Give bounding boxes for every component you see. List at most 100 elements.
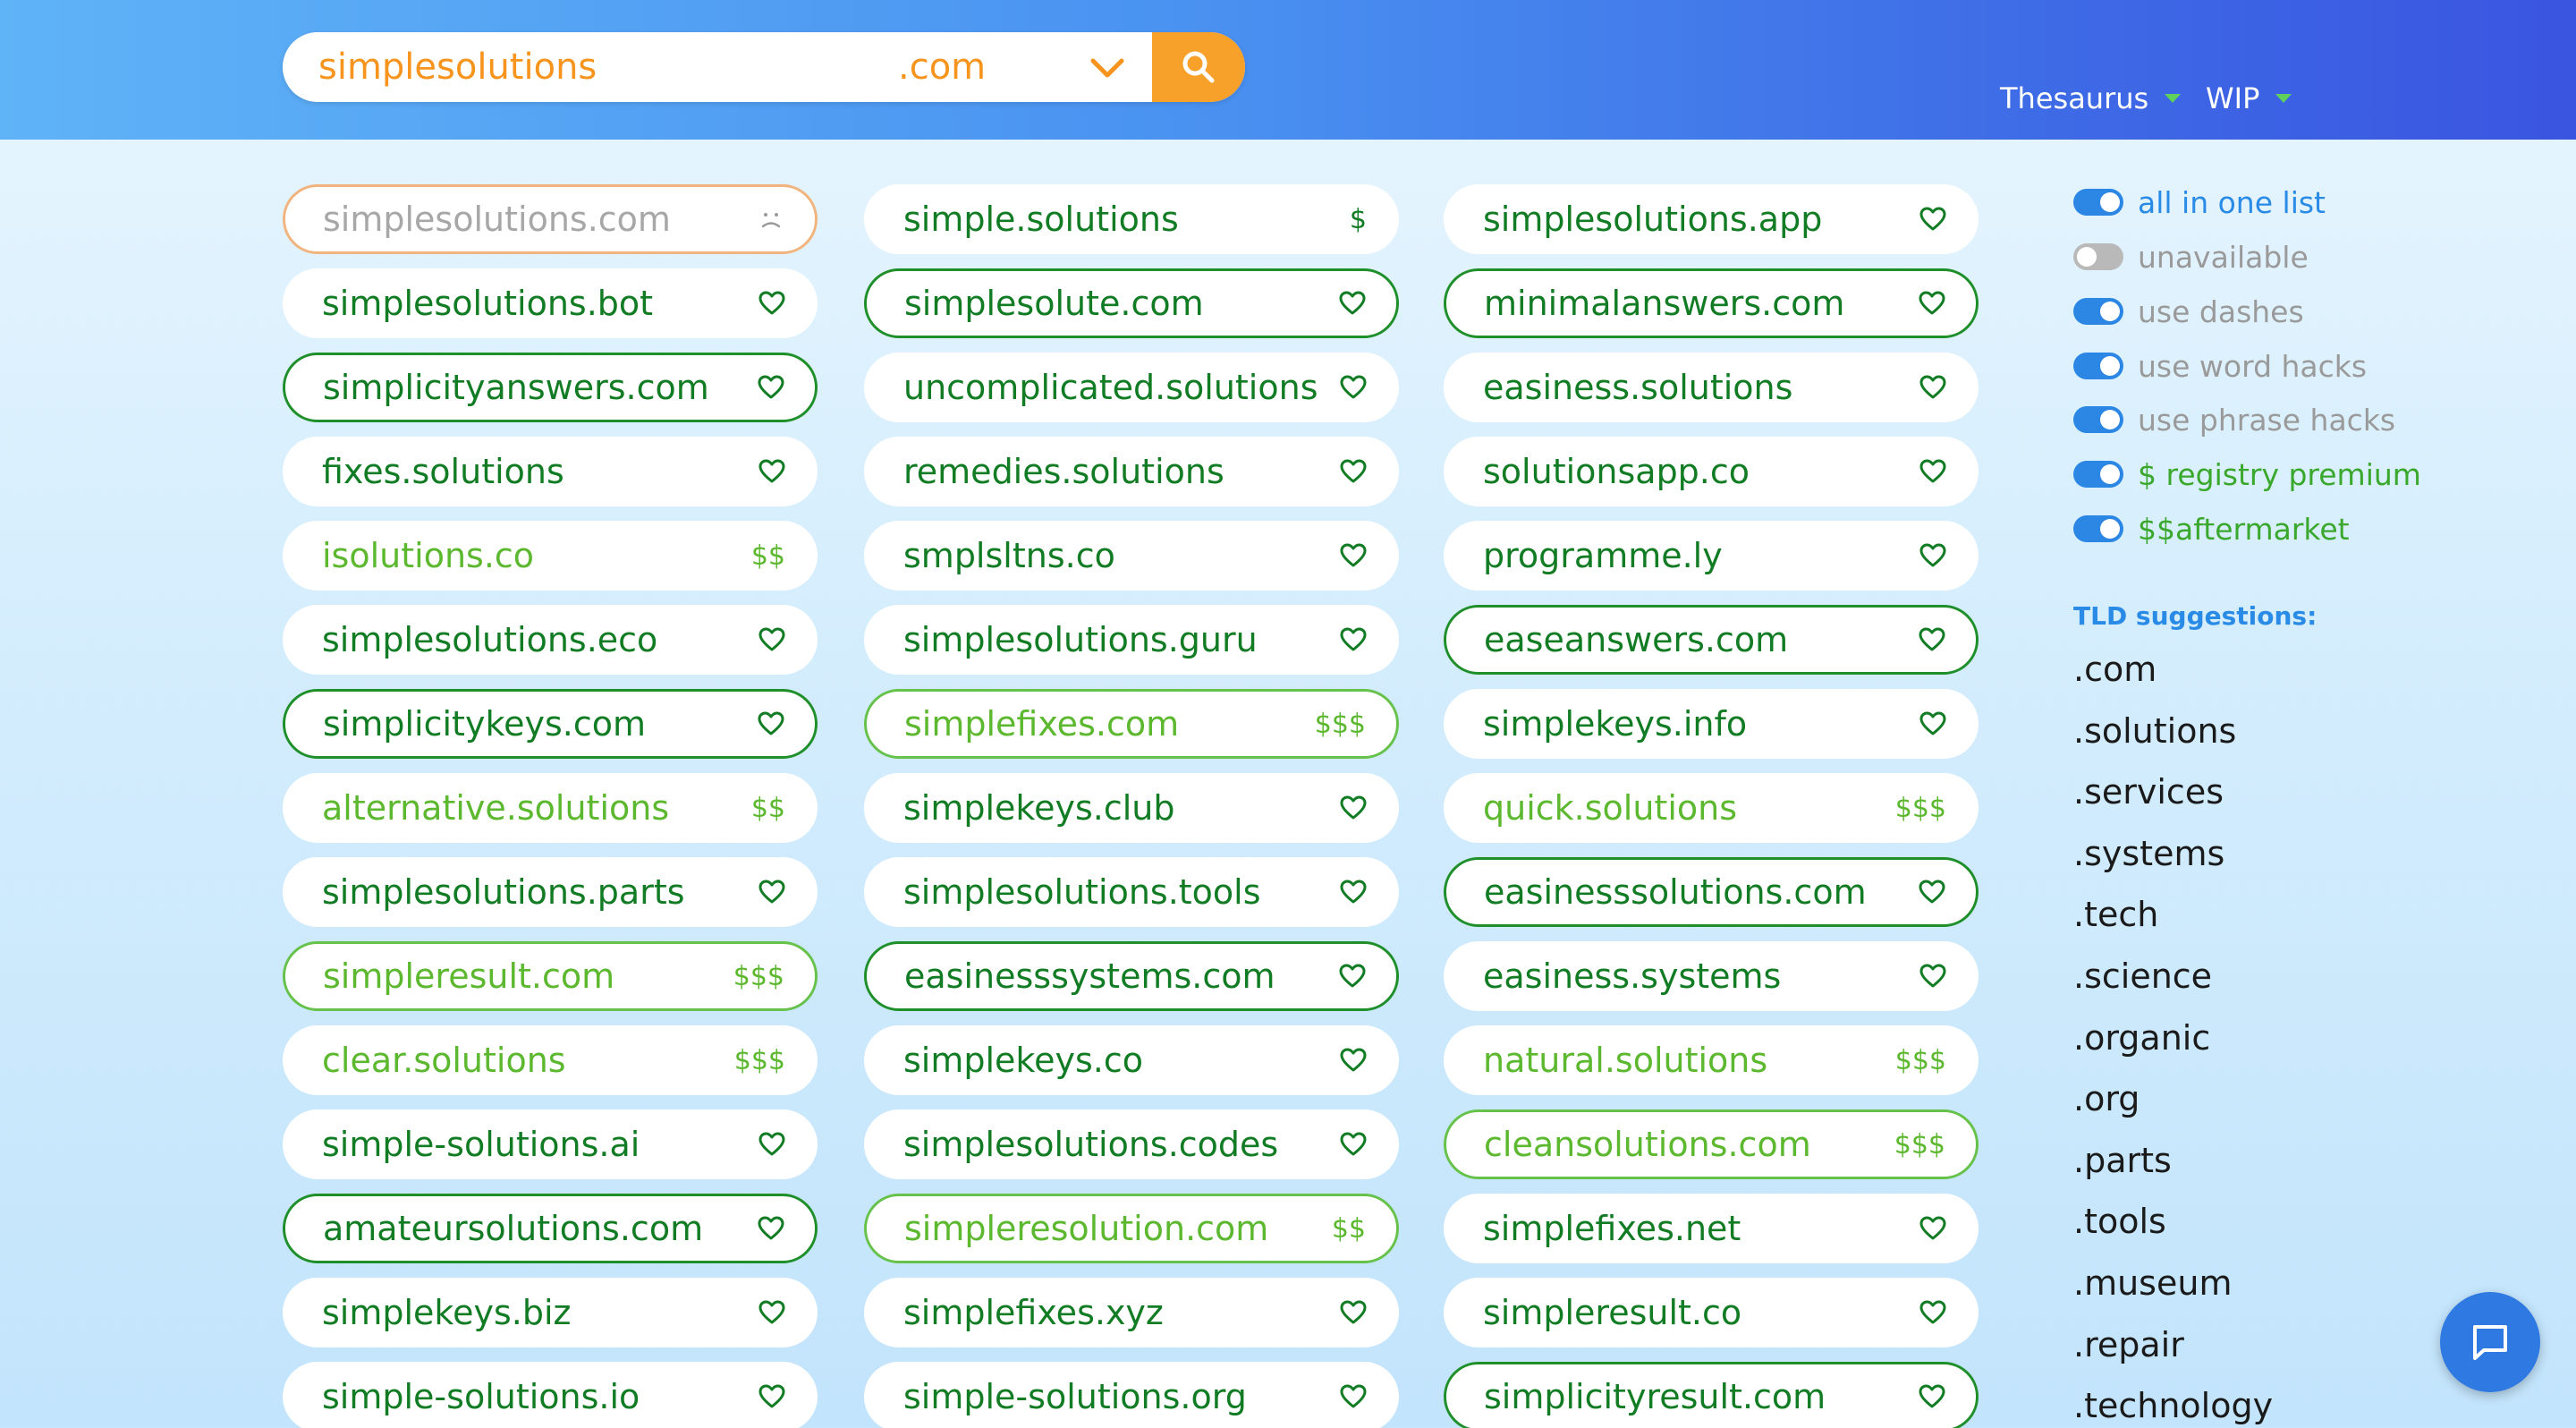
heart-icon[interactable] — [1339, 291, 1366, 316]
domain-result-item[interactable]: easinesssystems.com — [864, 941, 1399, 1011]
domain-result-item[interactable]: easinesssolutions.com — [1444, 857, 1979, 927]
heart-icon[interactable] — [1919, 880, 1945, 905]
domain-result-item[interactable]: amateursolutions.com — [283, 1194, 818, 1263]
domain-result-item[interactable]: fixes.solutions — [283, 437, 818, 506]
domain-result-item[interactable]: simplesolutions.bot — [283, 268, 818, 338]
tld-suggestion-item[interactable]: .org — [2073, 1079, 2140, 1118]
heart-icon[interactable] — [1919, 1384, 1945, 1409]
tld-suggestion-item[interactable]: .tools — [2073, 1202, 2166, 1241]
tld-suggestion-item[interactable]: .parts — [2073, 1141, 2172, 1180]
domain-result-item[interactable]: cleansolutions.com $$$ — [1444, 1109, 1979, 1179]
domain-result-item[interactable]: easiness.solutions — [1444, 353, 1979, 422]
toggle-switch[interactable] — [2073, 461, 2123, 488]
domain-result-item[interactable]: minimalanswers.com — [1444, 268, 1979, 338]
domain-result-item[interactable]: simplesolutions.com — [283, 184, 818, 254]
domain-result-item[interactable]: simpleresolution.com $$ — [864, 1194, 1399, 1263]
thesaurus-menu[interactable]: Thesaurus — [2000, 79, 2182, 118]
domain-result-item[interactable]: simplesolutions.codes — [864, 1109, 1399, 1179]
domain-result-item[interactable]: simplicityanswers.com — [283, 353, 818, 422]
heart-icon[interactable] — [1340, 1132, 1367, 1157]
tld-suggestion-item[interactable]: .systems — [2073, 834, 2224, 873]
tld-suggestion-item[interactable]: .com — [2073, 650, 2157, 689]
heart-icon[interactable] — [1919, 291, 1945, 316]
tld-suggestion-item[interactable]: .museum — [2073, 1263, 2232, 1303]
heart-icon[interactable] — [758, 1216, 784, 1241]
domain-result-item[interactable]: quick.solutions $$$ — [1444, 773, 1979, 843]
domain-result-item[interactable]: simplicitykeys.com — [283, 689, 818, 759]
toggle-switch[interactable] — [2073, 353, 2123, 379]
domain-result-item[interactable]: easiness.systems — [1444, 941, 1979, 1011]
domain-result-item[interactable]: simplesolute.com — [864, 268, 1399, 338]
domain-result-item[interactable]: remedies.solutions — [864, 437, 1399, 506]
heart-icon[interactable] — [1340, 880, 1367, 905]
chat-button[interactable] — [2440, 1292, 2540, 1392]
domain-result-item[interactable]: simplekeys.co — [864, 1025, 1399, 1095]
heart-icon[interactable] — [1919, 207, 1946, 232]
heart-icon[interactable] — [1340, 1300, 1367, 1325]
domain-result-item[interactable]: simplesolutions.app — [1444, 184, 1979, 254]
domain-result-item[interactable]: simplesolutions.parts — [283, 857, 818, 927]
domain-result-item[interactable]: clear.solutions $$$ — [283, 1025, 818, 1095]
domain-result-item[interactable]: uncomplicated.solutions — [864, 353, 1399, 422]
heart-icon[interactable] — [758, 880, 785, 905]
tld-suggestion-item[interactable]: .solutions — [2073, 711, 2236, 751]
heart-icon[interactable] — [1340, 375, 1367, 400]
domain-result-item[interactable]: simplekeys.biz — [283, 1278, 818, 1347]
domain-result-item[interactable]: easeanswers.com — [1444, 605, 1979, 675]
heart-icon[interactable] — [758, 627, 785, 652]
option-toggle-row[interactable]: $ registry premium — [2073, 455, 2421, 494]
domain-result-item[interactable]: isolutions.co $$ — [283, 521, 818, 591]
toggle-switch[interactable] — [2073, 243, 2123, 270]
heart-icon[interactable] — [1340, 459, 1367, 484]
domain-result-item[interactable]: simple-solutions.ai — [283, 1109, 818, 1179]
heart-icon[interactable] — [758, 1300, 785, 1325]
domain-result-item[interactable]: simple.solutions $ — [864, 184, 1399, 254]
heart-icon[interactable] — [1919, 543, 1946, 568]
heart-icon[interactable] — [758, 459, 785, 484]
tld-suggestion-item[interactable]: .repair — [2073, 1325, 2184, 1364]
domain-result-item[interactable]: natural.solutions $$$ — [1444, 1025, 1979, 1095]
heart-icon[interactable] — [1919, 711, 1946, 736]
heart-icon[interactable] — [1340, 627, 1367, 652]
heart-icon[interactable] — [1919, 1216, 1946, 1241]
heart-icon[interactable] — [1340, 543, 1367, 568]
tld-suggestion-item[interactable]: .technology — [2073, 1386, 2273, 1425]
domain-result-item[interactable]: simpleresult.co — [1444, 1278, 1979, 1347]
domain-result-item[interactable]: simplesolutions.eco — [283, 605, 818, 675]
domain-result-item[interactable]: alternative.solutions $$ — [283, 773, 818, 843]
domain-result-item[interactable]: simplefixes.net — [1444, 1194, 1979, 1263]
option-toggle-row[interactable]: use phrase hacks — [2073, 400, 2395, 439]
tld-suggestion-item[interactable]: .tech — [2073, 895, 2158, 934]
domain-result-item[interactable]: simple-solutions.io — [283, 1362, 818, 1428]
heart-icon[interactable] — [1340, 1384, 1367, 1409]
heart-icon[interactable] — [758, 291, 785, 316]
domain-result-item[interactable]: simplefixes.com $$$ — [864, 689, 1399, 759]
heart-icon[interactable] — [1919, 964, 1946, 989]
option-toggle-row[interactable]: use dashes — [2073, 292, 2304, 331]
heart-icon[interactable] — [1919, 459, 1946, 484]
option-toggle-row[interactable]: all in one list — [2073, 183, 2326, 222]
option-toggle-row[interactable]: use word hacks — [2073, 346, 2367, 386]
domain-result-item[interactable]: simplekeys.club — [864, 773, 1399, 843]
heart-icon[interactable] — [1339, 964, 1366, 989]
domain-result-item[interactable]: simplekeys.info — [1444, 689, 1979, 759]
heart-icon[interactable] — [1919, 375, 1946, 400]
heart-icon[interactable] — [1919, 1300, 1946, 1325]
toggle-switch[interactable] — [2073, 189, 2123, 216]
domain-result-item[interactable]: simplicityresult.com — [1444, 1362, 1979, 1428]
domain-result-item[interactable]: simplesolutions.tools — [864, 857, 1399, 927]
domain-result-item[interactable]: simple-solutions.org — [864, 1362, 1399, 1428]
domain-result-item[interactable]: simplesolutions.guru — [864, 605, 1399, 675]
heart-icon[interactable] — [1919, 627, 1945, 652]
option-toggle-row[interactable]: $$aftermarket — [2073, 509, 2350, 548]
tld-suggestion-item[interactable]: .services — [2073, 772, 2224, 812]
option-toggle-row[interactable]: unavailable — [2073, 237, 2309, 276]
toggle-switch[interactable] — [2073, 406, 2123, 433]
heart-icon[interactable] — [1340, 795, 1367, 820]
heart-icon[interactable] — [758, 711, 784, 736]
wip-menu[interactable]: WIP — [2206, 79, 2292, 118]
tld-dropdown[interactable]: .com — [898, 32, 1140, 102]
search-button[interactable] — [1152, 32, 1245, 102]
heart-icon[interactable] — [758, 1132, 785, 1157]
heart-icon[interactable] — [1340, 1048, 1367, 1073]
